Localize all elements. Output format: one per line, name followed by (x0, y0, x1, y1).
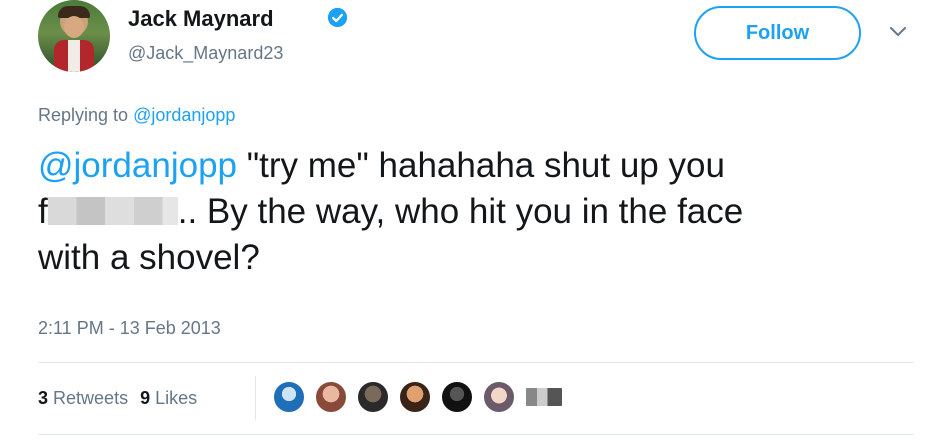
tweet-text-part1: "try me" hahahaha shut up you (237, 146, 725, 185)
chevron-down-icon[interactable] (889, 26, 907, 38)
engagement-stats: 3 Retweets 9 Likes (38, 388, 197, 409)
likers-avatars (272, 380, 572, 414)
avatar-shirt (68, 40, 80, 72)
tweet-text: @jordanjopp "try me" hahahaha shut up yo… (38, 143, 928, 281)
censored-word (47, 197, 178, 225)
user-avatar[interactable] (38, 0, 110, 72)
retweets-label: Retweets (53, 388, 129, 408)
liker-avatar[interactable] (356, 380, 390, 414)
liker-avatar[interactable] (440, 380, 474, 414)
display-name[interactable]: Jack Maynard (128, 6, 274, 32)
tweet-mention-link[interactable]: @jordanjopp (38, 146, 237, 185)
liker-avatar[interactable] (398, 380, 432, 414)
likes-stat[interactable]: 9 Likes (140, 388, 197, 408)
divider (38, 362, 914, 363)
divider (38, 434, 914, 435)
retweets-count: 3 (38, 388, 49, 408)
verified-badge-icon (327, 7, 348, 28)
retweets-stat[interactable]: 3 Retweets (38, 388, 128, 408)
replying-to: Replying to @jordanjopp (38, 105, 235, 126)
likes-label: Likes (155, 388, 198, 408)
tweet-text-part2: .. By the way, who hit you in the face (177, 192, 744, 231)
follow-button[interactable]: Follow (694, 6, 861, 60)
tweet-text-part3: with a shovel? (38, 238, 260, 277)
liker-avatar[interactable] (482, 380, 516, 414)
reply-mention-link[interactable]: @jordanjopp (133, 105, 235, 125)
avatar-face (64, 16, 84, 38)
user-handle[interactable]: @Jack_Maynard23 (128, 43, 283, 64)
likes-count: 9 (140, 388, 151, 408)
stats-separator (255, 376, 256, 420)
liker-avatar[interactable] (524, 386, 564, 408)
tweet-censored-lead: f (38, 192, 48, 231)
liker-avatar[interactable] (272, 380, 306, 414)
replying-prefix: Replying to (38, 105, 129, 125)
tweet-timestamp[interactable]: 2:11 PM - 13 Feb 2013 (38, 318, 221, 339)
liker-avatar[interactable] (314, 380, 348, 414)
